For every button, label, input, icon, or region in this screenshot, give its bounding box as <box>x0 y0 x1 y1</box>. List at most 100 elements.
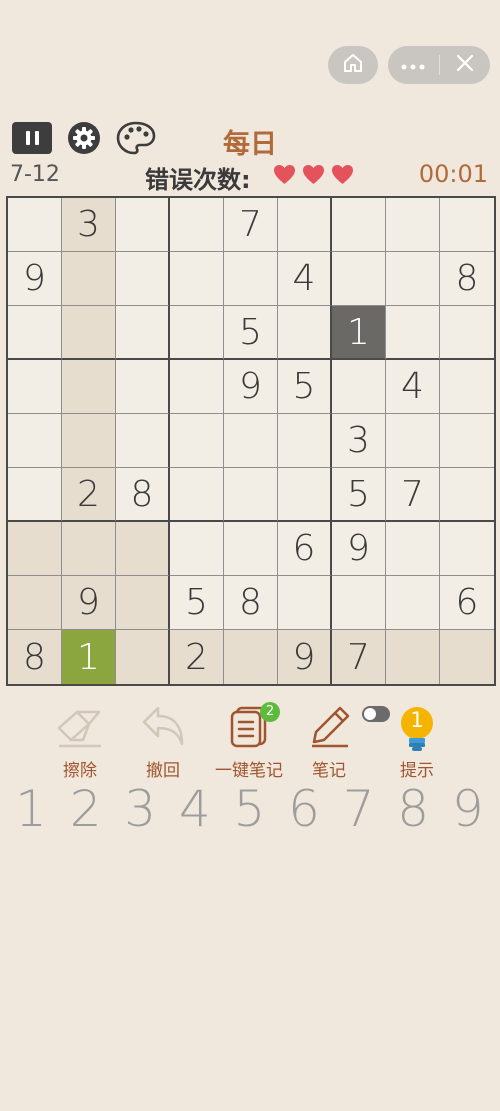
board-cell-r3c8[interactable] <box>386 306 440 360</box>
board-cell-r9c7[interactable]: 7 <box>332 630 386 684</box>
number-key-6[interactable]: 6 <box>277 780 331 838</box>
board-cell-r8c3[interactable] <box>116 576 170 630</box>
board-cell-r4c8[interactable]: 4 <box>386 360 440 414</box>
board-cell-r8c7[interactable] <box>332 576 386 630</box>
board-cell-r1c7[interactable] <box>332 198 386 252</box>
board-cell-r8c6[interactable] <box>278 576 332 630</box>
board-cell-r9c1[interactable]: 8 <box>8 630 62 684</box>
board-cell-r4c3[interactable] <box>116 360 170 414</box>
number-key-7[interactable]: 7 <box>332 780 386 838</box>
board-cell-r2c2[interactable] <box>62 252 116 306</box>
board-cell-r3c2[interactable] <box>62 306 116 360</box>
board-cell-r4c5[interactable]: 9 <box>224 360 278 414</box>
board-cell-r1c9[interactable] <box>440 198 494 252</box>
number-key-4[interactable]: 4 <box>168 780 222 838</box>
board-cell-r7c6[interactable]: 6 <box>278 522 332 576</box>
board-cell-r6c6[interactable] <box>278 468 332 522</box>
board-cell-r3c3[interactable] <box>116 306 170 360</box>
board-cell-r5c4[interactable] <box>170 414 224 468</box>
board-cell-r2c1[interactable]: 9 <box>8 252 62 306</box>
board-cell-r6c8[interactable]: 7 <box>386 468 440 522</box>
erase-button[interactable]: 擦除 <box>35 704 125 781</box>
board-cell-r7c8[interactable] <box>386 522 440 576</box>
board-cell-r9c6[interactable]: 9 <box>278 630 332 684</box>
board-cell-r9c5[interactable] <box>224 630 278 684</box>
board-cell-r7c1[interactable] <box>8 522 62 576</box>
board-cell-r5c9[interactable] <box>440 414 494 468</box>
number-key-1[interactable]: 1 <box>4 780 58 838</box>
board-cell-r7c5[interactable] <box>224 522 278 576</box>
board-cell-r4c2[interactable] <box>62 360 116 414</box>
board-cell-r3c9[interactable] <box>440 306 494 360</box>
board-cell-r8c4[interactable]: 5 <box>170 576 224 630</box>
board-cell-r5c3[interactable] <box>116 414 170 468</box>
board-cell-r6c7[interactable]: 5 <box>332 468 386 522</box>
board-cell-r9c2[interactable]: 1 <box>62 630 116 684</box>
board-cell-r1c2[interactable]: 3 <box>62 198 116 252</box>
board-cell-r7c4[interactable] <box>170 522 224 576</box>
number-key-9[interactable]: 9 <box>441 780 495 838</box>
auto-notes-button[interactable]: 2 一键笔记 <box>204 702 294 781</box>
board-cell-r5c5[interactable] <box>224 414 278 468</box>
board-cell-r2c6[interactable]: 4 <box>278 252 332 306</box>
board-cell-r6c5[interactable] <box>224 468 278 522</box>
more-button[interactable] <box>388 46 439 84</box>
board-cell-r2c4[interactable] <box>170 252 224 306</box>
number-key-2[interactable]: 2 <box>59 780 113 838</box>
board-cell-r8c1[interactable] <box>8 576 62 630</box>
board-cell-r6c9[interactable] <box>440 468 494 522</box>
board-cell-r8c5[interactable]: 8 <box>224 576 278 630</box>
board-cell-r9c3[interactable] <box>116 630 170 684</box>
home-capsule-button[interactable] <box>328 46 378 84</box>
board-cell-r2c7[interactable] <box>332 252 386 306</box>
notes-button[interactable]: 笔记 <box>284 704 374 781</box>
board-cell-r2c9[interactable]: 8 <box>440 252 494 306</box>
board-cell-r5c1[interactable] <box>8 414 62 468</box>
board-cell-r1c4[interactable] <box>170 198 224 252</box>
board-cell-r5c2[interactable] <box>62 414 116 468</box>
board-cell-r9c4[interactable]: 2 <box>170 630 224 684</box>
board-cell-r7c7[interactable]: 9 <box>332 522 386 576</box>
board-cell-r6c4[interactable] <box>170 468 224 522</box>
board-cell-r8c9[interactable]: 6 <box>440 576 494 630</box>
board-cell-r7c2[interactable] <box>62 522 116 576</box>
number-key-8[interactable]: 8 <box>386 780 440 838</box>
board-cell-r2c3[interactable] <box>116 252 170 306</box>
close-button[interactable] <box>440 46 491 84</box>
board-cell-r1c5[interactable]: 7 <box>224 198 278 252</box>
board-cell-r1c6[interactable] <box>278 198 332 252</box>
board-cell-r3c6[interactable] <box>278 306 332 360</box>
number-key-5[interactable]: 5 <box>222 780 276 838</box>
board-cell-r2c5[interactable] <box>224 252 278 306</box>
heart-icon <box>303 164 324 185</box>
board-cell-r3c1[interactable] <box>8 306 62 360</box>
board-cell-r1c1[interactable] <box>8 198 62 252</box>
number-key-3[interactable]: 3 <box>113 780 167 838</box>
board-cell-r5c8[interactable] <box>386 414 440 468</box>
board-cell-r3c4[interactable] <box>170 306 224 360</box>
board-cell-r1c8[interactable] <box>386 198 440 252</box>
board-cell-r5c7[interactable]: 3 <box>332 414 386 468</box>
board-cell-r4c7[interactable] <box>332 360 386 414</box>
board-cell-r4c1[interactable] <box>8 360 62 414</box>
board-cell-r9c9[interactable] <box>440 630 494 684</box>
hint-button[interactable]: 1 提示 <box>372 704 462 781</box>
board-cell-r7c3[interactable] <box>116 522 170 576</box>
board-cell-r4c9[interactable] <box>440 360 494 414</box>
board-cell-r6c3[interactable]: 8 <box>116 468 170 522</box>
board-cell-r6c1[interactable] <box>8 468 62 522</box>
board-cell-r5c6[interactable] <box>278 414 332 468</box>
board-cell-r3c7[interactable]: 1 <box>332 306 386 360</box>
board-cell-r6c2[interactable]: 2 <box>62 468 116 522</box>
board-cell-r3c5[interactable]: 5 <box>224 306 278 360</box>
board-cell-r8c8[interactable] <box>386 576 440 630</box>
board-cell-r7c9[interactable] <box>440 522 494 576</box>
board-cell-r2c8[interactable] <box>386 252 440 306</box>
undo-button[interactable]: 撤回 <box>118 704 208 781</box>
pencil-icon <box>306 702 352 752</box>
board-cell-r4c6[interactable]: 5 <box>278 360 332 414</box>
board-cell-r8c2[interactable]: 9 <box>62 576 116 630</box>
board-cell-r1c3[interactable] <box>116 198 170 252</box>
board-cell-r9c8[interactable] <box>386 630 440 684</box>
board-cell-r4c4[interactable] <box>170 360 224 414</box>
